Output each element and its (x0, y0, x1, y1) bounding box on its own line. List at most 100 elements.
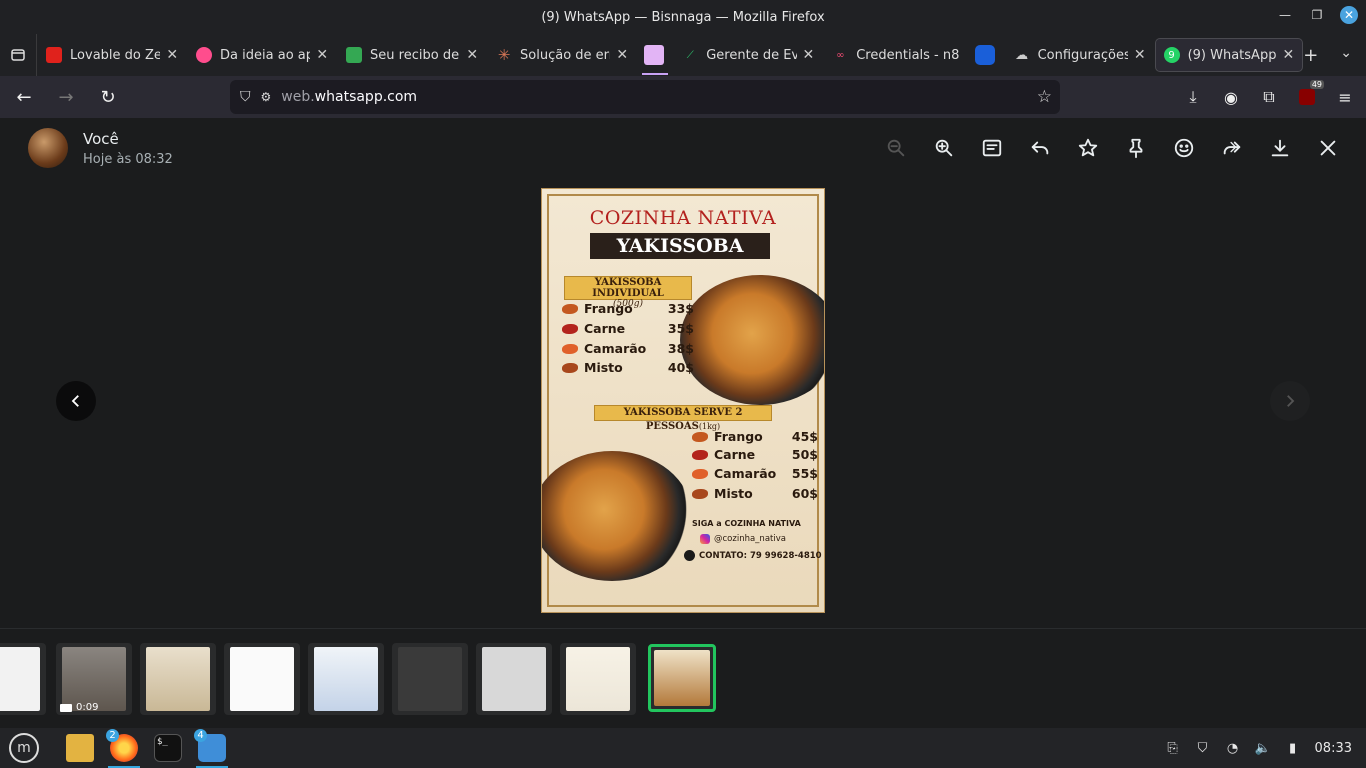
thumbnail-image (398, 647, 462, 711)
tab-close-icon[interactable]: ✕ (166, 47, 178, 63)
tab-solucao[interactable]: ✳ Solução de erro ✕ (488, 39, 636, 71)
chevron-down-icon[interactable]: ⌄ (1340, 45, 1352, 66)
reply-icon[interactable] (1028, 136, 1052, 160)
screenshot-icon[interactable]: 4 (192, 728, 232, 768)
wifi-icon[interactable]: ◔ (1225, 740, 1241, 756)
blank-tab-icon (644, 45, 665, 65)
tab-label: Seu recibo de C (370, 47, 460, 63)
minimize-button[interactable]: — (1276, 6, 1294, 24)
permissions-icon[interactable]: ⚙ (261, 90, 272, 104)
close-window-button[interactable]: ✕ (1340, 6, 1358, 24)
tab-label: Solução de erro (520, 47, 610, 63)
tab-label: Credentials - n8 (856, 47, 960, 63)
chevron-right-icon (1287, 395, 1295, 407)
menu-poster-image[interactable]: COZINHA NATIVA YAKISSOBA YAKISSOBA INDIV… (541, 188, 825, 613)
pin-icon[interactable] (1124, 136, 1148, 160)
shield-update-icon[interactable]: ⛉ (1195, 740, 1211, 756)
avatar[interactable] (28, 128, 68, 168)
thumbnail-document[interactable] (0, 643, 46, 715)
firefox-icon[interactable]: 2 (104, 728, 144, 768)
thumbnail-document[interactable] (224, 643, 300, 715)
ublock-icon[interactable]: 49 (1294, 80, 1324, 114)
tab-close-icon[interactable]: ✕ (1282, 47, 1294, 63)
contact-number: CONTATO: 79 99628-4810 (699, 550, 822, 561)
shield-icon[interactable]: ⛉ (240, 89, 251, 105)
section2-item: Frango 45$ (692, 429, 818, 444)
terminal-icon[interactable]: $_ (148, 728, 188, 768)
zoom-out-icon[interactable] (884, 136, 908, 160)
thumbnail-handwritten[interactable] (392, 643, 468, 715)
extensions-icon[interactable]: ⧉ (1256, 80, 1282, 114)
forward-icon[interactable]: → (48, 79, 84, 115)
back-icon[interactable]: ← (6, 79, 42, 115)
thumbnail-handwritten[interactable] (476, 643, 552, 715)
close-icon[interactable] (1316, 136, 1340, 160)
star-icon[interactable] (1076, 136, 1100, 160)
menu-icon[interactable]: ≡ (1332, 80, 1358, 114)
thumbnail-image (654, 650, 710, 706)
tab-close-icon[interactable]: ✕ (803, 47, 815, 63)
tab-lovable[interactable]: Lovable do Zer ✕ (38, 39, 186, 71)
poster-dish-banner: YAKISSOBA (590, 233, 770, 259)
address-bar[interactable]: ⛉ ⚙ web. whatsapp.com ☆ (230, 80, 1060, 114)
bookmark-star-icon[interactable]: ☆ (1037, 87, 1052, 107)
sender-name: Você (83, 129, 119, 148)
thumbnail-current[interactable] (648, 644, 716, 712)
react-emoji-icon[interactable] (1172, 136, 1196, 160)
clipboard-icon[interactable]: ⎘ (1165, 740, 1181, 756)
tab-close-icon[interactable]: ✕ (1134, 47, 1146, 63)
thumbnail-poster[interactable] (140, 643, 216, 715)
item-name: Misto (714, 486, 753, 501)
go-to-message-icon[interactable] (980, 136, 1004, 160)
tab-close-icon[interactable]: ✕ (616, 47, 628, 63)
tab-credentials[interactable]: ∞ Credentials - n8 (824, 39, 967, 71)
zoom-in-icon[interactable] (932, 136, 956, 160)
item-name: Carne (584, 321, 626, 336)
battery-icon[interactable]: ▮ (1285, 740, 1301, 756)
tab-gerente[interactable]: ⟋ Gerente de Evo ✕ (674, 39, 822, 71)
section1-item: Camarão 38$ (562, 341, 694, 356)
window-titlebar: (9) WhatsApp — Bisnnaga — Mozilla Firefo… (0, 0, 1366, 34)
thumbnail-screenshot[interactable] (308, 643, 384, 715)
forward-icon[interactable] (1220, 136, 1244, 160)
files-icon[interactable] (60, 728, 100, 768)
tab-recibo[interactable]: Seu recibo de C ✕ (338, 39, 486, 71)
downloads-icon[interactable]: ⤓ (1180, 80, 1206, 114)
section1-title: YAKISSOBA INDIVIDUAL (592, 277, 664, 299)
item-price: 50$ (791, 447, 818, 462)
section1-banner: YAKISSOBA INDIVIDUAL (500g) (564, 276, 692, 309)
whatsapp-badge-icon: 9 (1163, 47, 1180, 63)
section2-item: Carne 50$ (692, 447, 818, 462)
n8n-icon: ∞ (836, 49, 845, 61)
whatsapp-icon (684, 550, 695, 561)
tab-blue-app[interactable] (969, 39, 1003, 71)
tab-close-icon[interactable]: ✕ (316, 47, 328, 63)
beef-icon (692, 449, 708, 460)
sender-info[interactable]: Você Hoje às 08:32 (28, 128, 173, 168)
tab-label: Lovable do Zer (70, 47, 161, 63)
thumbnail-image (566, 647, 630, 711)
tab-configuracoes[interactable]: ☁ Configurações ✕ (1006, 39, 1154, 71)
tab-close-icon[interactable]: ✕ (466, 47, 478, 63)
taskbar: m 2 $_ 4 ⎘ ⛉ ◔ 🔈 ▮ 08:33 (0, 728, 1366, 768)
tab-blank[interactable] (638, 39, 672, 75)
previous-media-button[interactable] (56, 381, 96, 421)
account-icon[interactable]: ◉ (1218, 80, 1244, 114)
clock[interactable]: 08:33 (1315, 741, 1352, 756)
lovable-icon (46, 47, 63, 63)
tab-whatsapp[interactable]: 9 (9) WhatsApp ✕ (1154, 38, 1304, 72)
volume-icon[interactable]: 🔈 (1254, 740, 1270, 756)
tab-da-ideia[interactable]: Da ideia ao apli ✕ (188, 39, 336, 71)
start-menu-icon[interactable]: m (4, 728, 44, 768)
sender-time: Hoje às 08:32 (83, 151, 173, 167)
item-price: 33$ (667, 301, 694, 316)
thumbnail-image (314, 647, 378, 711)
tab-list-button[interactable] (0, 34, 38, 76)
thumbnail-video[interactable]: 0:09 (56, 643, 132, 715)
next-media-button[interactable] (1270, 381, 1310, 421)
reload-icon[interactable]: ↻ (90, 79, 126, 115)
new-tab-icon[interactable]: + (1303, 45, 1318, 66)
thumbnail-menu[interactable] (560, 643, 636, 715)
maximize-button[interactable]: ❐ (1308, 6, 1326, 24)
download-icon[interactable] (1268, 136, 1292, 160)
